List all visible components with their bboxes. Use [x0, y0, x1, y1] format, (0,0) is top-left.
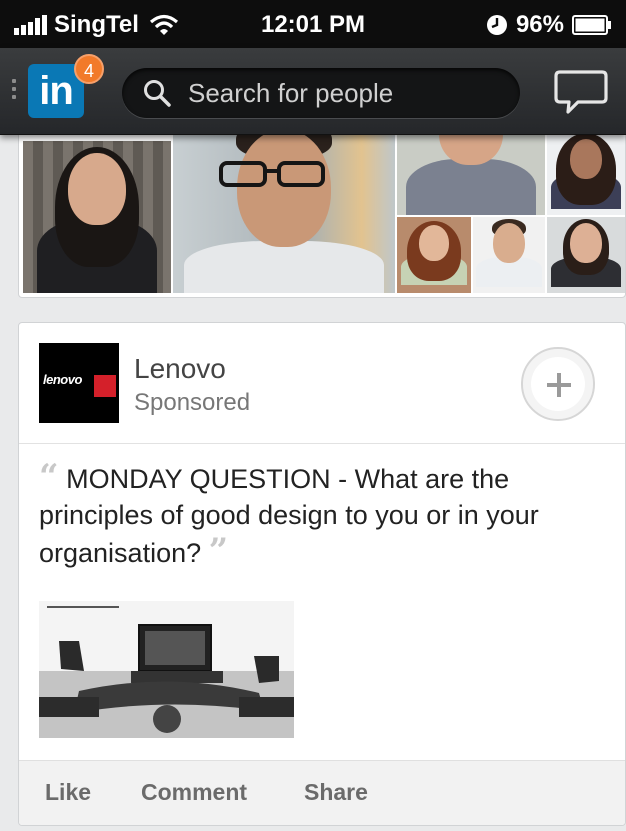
close-quote-icon: ” [208, 531, 229, 571]
post-text: “ MONDAY QUESTION - What are the princip… [39, 459, 609, 571]
messages-icon[interactable] [554, 68, 608, 116]
post-action-bar: Like Comment Share [19, 760, 625, 825]
plus-icon [547, 373, 571, 397]
open-quote-icon: “ [39, 457, 59, 497]
profile-photo[interactable] [173, 129, 395, 293]
alarm-clock-icon [486, 15, 507, 35]
post-body: MONDAY QUESTION - What are the principle… [39, 464, 539, 568]
battery-icon [572, 15, 611, 35]
follow-button[interactable] [521, 347, 595, 421]
glasses-decoration [219, 161, 325, 187]
company-name[interactable]: Lenovo [134, 353, 226, 385]
sponsored-post-card: lenovo Lenovo Sponsored “ MONDAY QUESTIO… [18, 322, 626, 826]
people-photo-collage[interactable] [18, 128, 626, 298]
logo-red-block [94, 375, 116, 397]
sponsored-label: Sponsored [134, 389, 251, 416]
status-bar: SingTel 12:01 PM 96% [0, 0, 626, 48]
header-divider [19, 443, 625, 444]
search-icon [144, 80, 171, 107]
profile-photo[interactable] [397, 217, 471, 293]
top-nav-bar: in 4 [0, 48, 626, 135]
profile-photo[interactable] [397, 129, 545, 215]
comment-button[interactable]: Comment [141, 779, 247, 806]
drag-handle-icon[interactable] [12, 79, 16, 103]
battery-group: 96% [486, 11, 612, 39]
motorbike-laptop-image [39, 601, 294, 738]
search-bar[interactable] [122, 68, 520, 118]
share-button[interactable]: Share [304, 779, 368, 806]
battery-percent: 96% [515, 11, 564, 38]
notification-badge[interactable]: 4 [74, 54, 104, 84]
profile-photo[interactable] [547, 129, 625, 215]
post-image[interactable] [39, 601, 294, 738]
profile-photo[interactable] [23, 141, 171, 293]
like-button[interactable]: Like [45, 779, 91, 806]
profile-photo[interactable] [547, 217, 625, 293]
company-logo-text: lenovo [43, 372, 82, 387]
profile-photo[interactable] [473, 217, 545, 293]
search-input[interactable] [186, 76, 510, 110]
company-logo[interactable]: lenovo [39, 343, 119, 423]
